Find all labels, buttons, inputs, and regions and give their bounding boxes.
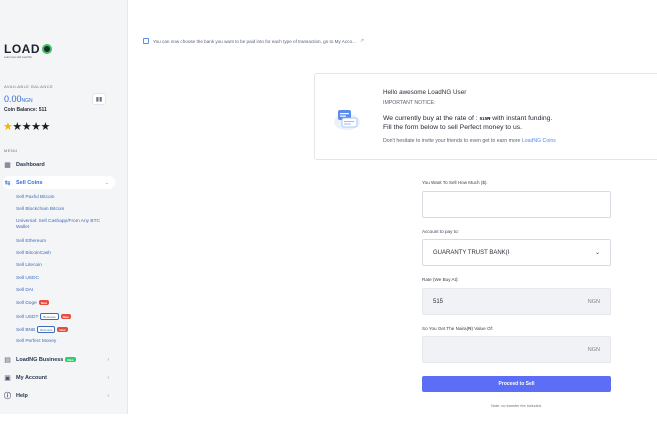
sidebar-item-label: LoadNG Business — [16, 356, 64, 363]
star-icon: ★ — [40, 121, 51, 133]
logo-text: LOAD — [4, 42, 40, 56]
naira-label: So You Get The Naira(₦) Value Of: — [422, 326, 494, 331]
sidebar-subitem-litecoin[interactable]: Sell Litecoin — [16, 263, 42, 268]
account-select[interactable]: GUARANTY TRUST BANK(I ⌄ — [422, 239, 611, 266]
sidebar-subitem-bnb[interactable]: Sell BNB Business New — [16, 326, 68, 333]
info-icon — [143, 38, 149, 44]
sidebar-subitem-usdc[interactable]: Sell USDC — [16, 276, 39, 281]
loadng-coins-link[interactable]: LoadNG Coins — [522, 138, 556, 144]
naira-field: NGN — [422, 336, 611, 363]
card-instruction: Fill the form below to sell Perfect mone… — [383, 124, 523, 131]
sidebar-subitem-doge[interactable]: Sell Doge New — [16, 300, 49, 306]
sidebar-item-label: Sell Coins — [16, 179, 43, 186]
rate-field-value: 515 — [433, 298, 444, 305]
grid-icon: ▦ — [4, 161, 11, 169]
sidebar-item-loadng-business[interactable]: ▤ LoadNG Business New › — [3, 353, 115, 366]
info-card: Hello awesome LoadNG User IMPORTANT NOTI… — [314, 73, 657, 160]
logo[interactable]: LOAD — [4, 42, 52, 56]
new-badge: New — [57, 327, 68, 332]
sidebar-item-my-account[interactable]: ▣ My Account › — [3, 371, 115, 384]
help-icon: ⓘ — [4, 392, 11, 400]
amount-input[interactable] — [422, 191, 611, 218]
card-greeting: Hello awesome LoadNG User — [383, 89, 467, 96]
star-icon: ★ — [31, 121, 41, 133]
sidebar-subitem-dai[interactable]: Sell DAI — [16, 288, 33, 293]
sidebar: LOAD Load more with Load NG AVAILABLE BA… — [0, 0, 128, 414]
card-rate-suffix: with instant funding. — [490, 115, 553, 122]
card-notice-label: IMPORTANT NOTICE: — [383, 100, 436, 106]
chevron-down-icon: ⌄ — [104, 179, 109, 186]
balance-amount: 0.00 — [4, 94, 22, 104]
sidebar-subitem-label: Sell BNB — [16, 327, 36, 333]
sidebar-subitem-label: Sell Doge — [16, 300, 37, 306]
chat-illustration-icon — [334, 110, 360, 130]
bar-chart-icon[interactable]: ▮▮ — [92, 93, 106, 105]
card-invite-line: Don't hesitate to invite your friends to… — [383, 138, 556, 144]
top-notice[interactable]: You can now choose the bank you want to … — [143, 38, 364, 44]
chevron-right-icon: › — [107, 356, 109, 363]
sidebar-item-sell-coins[interactable]: ⇆ Sell Coins ⌄ — [3, 176, 115, 189]
card-rate-prefix: We currently buy at the rate of : — [383, 115, 480, 122]
business-badge: Business — [40, 313, 59, 320]
sidebar-subitem-bitcoincash[interactable]: Sell BitcoinCash — [16, 251, 51, 256]
naira-unit: NGN — [587, 346, 600, 353]
sidebar-item-dashboard[interactable]: ▦ Dashboard — [3, 158, 115, 171]
new-badge: New — [65, 357, 76, 362]
star-icon: ★ — [21, 121, 32, 133]
logo-badge-icon — [42, 44, 52, 54]
chevron-right-icon: › — [107, 374, 109, 381]
rate-field: 515 NGN — [422, 288, 611, 315]
logo-tagline: Load more with Load NG — [4, 56, 32, 59]
balance-currency: NGN — [21, 98, 33, 104]
new-badge: New — [60, 314, 71, 319]
sidebar-subitem-paxful[interactable]: Sell Paxful Bitcoin — [16, 195, 54, 200]
chevron-right-icon: › — [107, 392, 109, 399]
balance-value: 0.00NGN — [4, 94, 33, 104]
card-rate-value: 515₦ — [479, 116, 491, 121]
account-label: Account to pay to: — [422, 229, 459, 234]
coin-balance: Coin Balance: 511 — [4, 107, 47, 113]
transfer-fee-note: Note: no transfer fee included. — [491, 404, 542, 408]
rate-unit: NGN — [587, 298, 600, 305]
sidebar-item-label: Help — [16, 392, 28, 399]
account-select-value: GUARANTY TRUST BANK(I — [433, 249, 510, 256]
star-icon: ★ — [12, 121, 22, 133]
amount-label: You Want To Sell How Much ($). — [422, 180, 488, 185]
external-link-icon[interactable]: ↗ — [360, 38, 364, 44]
new-badge: New — [38, 300, 49, 305]
user-icon: ▣ — [4, 374, 11, 382]
sidebar-subitem-universal[interactable]: Universal: Sell Cashapp/From Any BTC Wal… — [16, 219, 108, 231]
star-icon: ★ — [3, 121, 13, 133]
card-invite-text: Don't hesitate to invite your friends to… — [383, 138, 522, 144]
sidebar-subitem-perfect-money[interactable]: Sell Perfect Money — [16, 339, 56, 344]
card-rate-line: We currently buy at the rate of : 515₦ w… — [383, 115, 552, 122]
rate-label: Rate (We Buy At): — [422, 277, 459, 282]
proceed-to-sell-button[interactable]: Proceed to Sell — [422, 376, 611, 392]
top-notice-text: You can now choose the bank you want to … — [153, 38, 356, 44]
exchange-icon: ⇆ — [4, 179, 11, 187]
sidebar-item-help[interactable]: ⓘ Help › — [3, 389, 115, 402]
sidebar-subitem-blockchain[interactable]: Sell Blockchain Bitcoin — [16, 207, 64, 212]
sidebar-item-label: My Account — [16, 374, 47, 381]
balance-title: AVAILABLE BALANCE — [4, 84, 54, 89]
sidebar-subitem-usdt[interactable]: Sell USDT Business New — [16, 313, 71, 320]
menu-title: MENU — [4, 148, 18, 153]
chevron-down-icon: ⌄ — [594, 250, 600, 256]
sidebar-item-label: Dashboard — [16, 161, 45, 168]
sidebar-subitem-ethereum[interactable]: Sell Ethereum — [16, 239, 46, 244]
sidebar-subitem-label: Sell USDT — [16, 314, 39, 320]
business-badge: Business — [37, 326, 56, 333]
briefcase-icon: ▤ — [4, 356, 11, 364]
star-rating: ★★★★★ — [3, 120, 50, 133]
